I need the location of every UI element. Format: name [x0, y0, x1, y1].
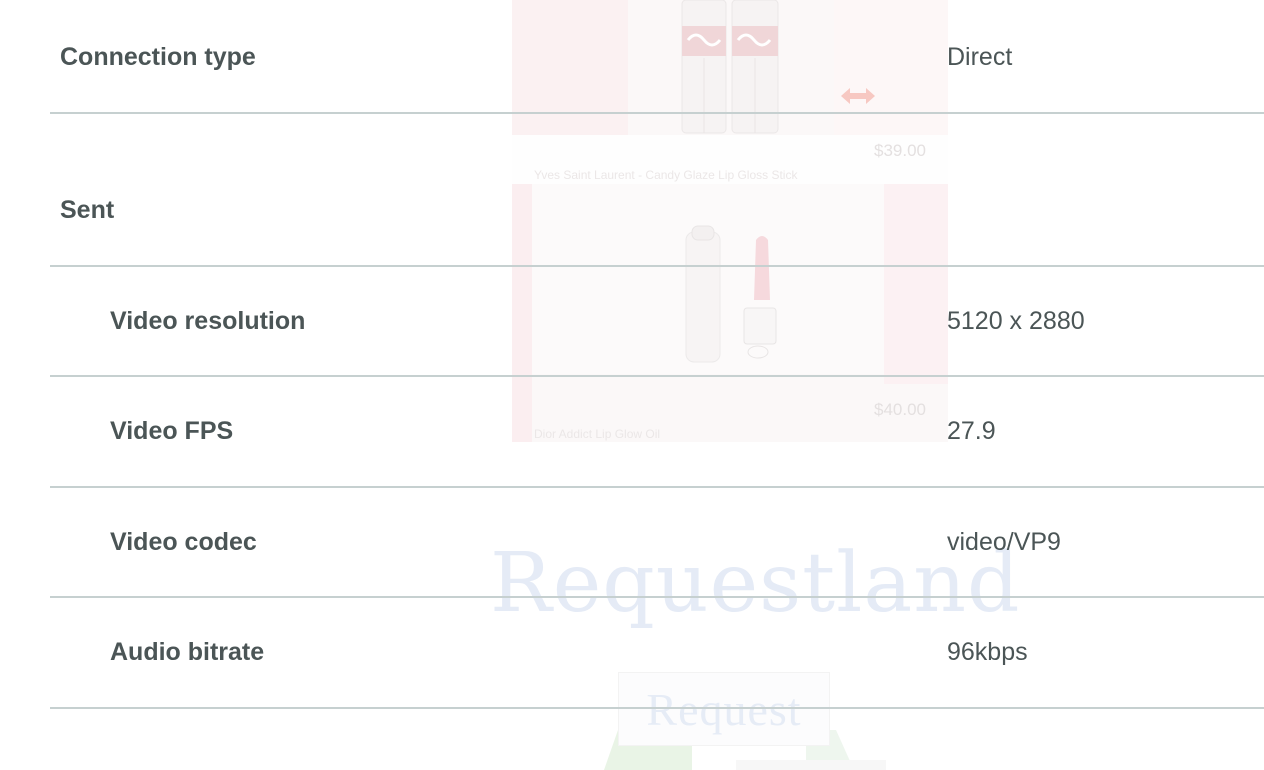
- stat-label: Audio bitrate: [110, 638, 265, 666]
- stat-label: Video codec: [110, 528, 257, 556]
- stat-row-video-codec: Video codec video/VP9: [50, 488, 1264, 598]
- stat-row-video-fps: Video FPS 27.9: [50, 377, 1264, 488]
- stat-label: Video FPS: [110, 417, 234, 445]
- stat-value: video/VP9: [947, 528, 1061, 556]
- stat-row-connection-type: Connection type Direct: [50, 0, 1264, 114]
- stat-value: 96kbps: [947, 638, 1028, 666]
- stat-row-audio-bitrate: Audio bitrate 96kbps: [50, 598, 1264, 709]
- stat-label: Connection type: [60, 43, 256, 71]
- stat-row-video-resolution: Video resolution 5120 x 2880: [50, 267, 1264, 377]
- stat-label: Video resolution: [110, 307, 306, 335]
- section-header-sent: Sent: [50, 114, 1264, 267]
- stat-value: Direct: [947, 43, 1013, 71]
- section-title: Sent: [60, 196, 115, 224]
- logo-decoration: [604, 730, 886, 770]
- stat-value: 27.9: [947, 417, 996, 445]
- row-divider: [50, 707, 1264, 709]
- stats-page: $39.00 Yves Saint Laurent - Candy Glaze …: [0, 0, 1264, 770]
- stat-value: 5120 x 2880: [947, 307, 1085, 335]
